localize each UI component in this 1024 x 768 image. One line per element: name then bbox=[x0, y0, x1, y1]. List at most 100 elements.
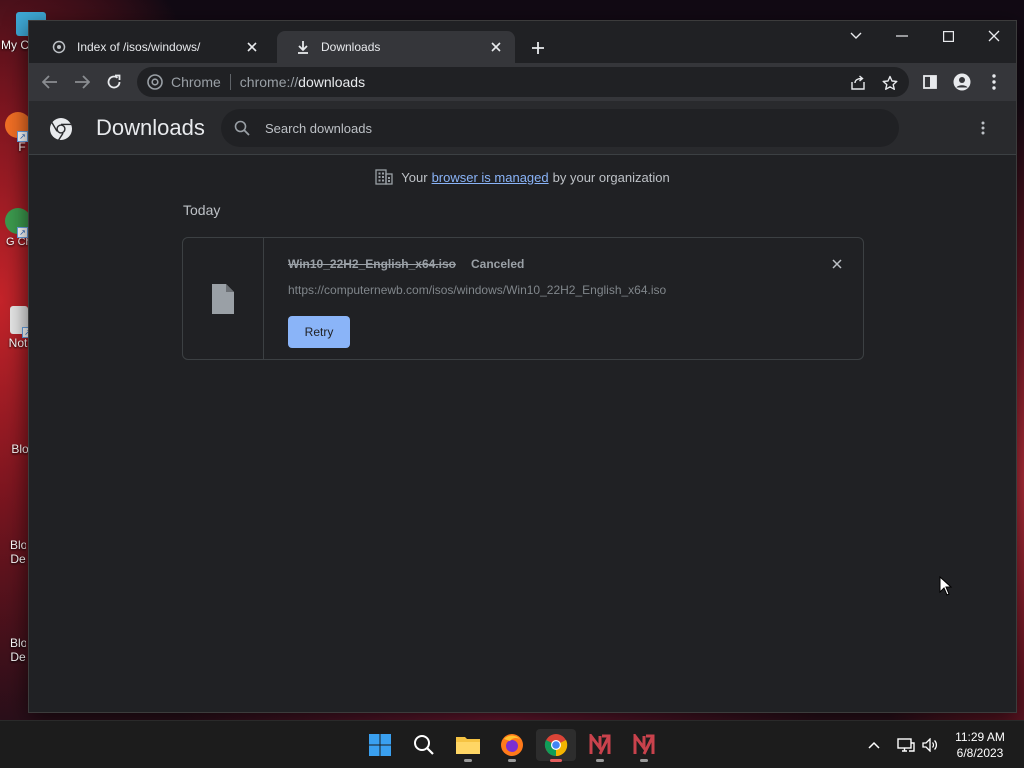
search-downloads-box[interactable] bbox=[221, 109, 899, 147]
running-indicator bbox=[640, 759, 648, 762]
tab-search-button[interactable] bbox=[841, 25, 871, 47]
retry-button[interactable]: Retry bbox=[288, 316, 350, 348]
side-panel-icon bbox=[923, 75, 937, 89]
taskbar-app-1[interactable] bbox=[580, 729, 620, 762]
desktop-icon-firefox[interactable]: ↗ F bbox=[0, 112, 31, 154]
desktop-icon-my-computer[interactable]: My C bbox=[0, 12, 46, 52]
firefox-icon bbox=[501, 734, 523, 756]
reload-button[interactable] bbox=[101, 69, 127, 95]
side-panel-button[interactable] bbox=[917, 69, 943, 95]
show-hidden-icons-button[interactable] bbox=[864, 735, 884, 755]
maximize-icon bbox=[942, 30, 954, 42]
url-scheme: chrome:// bbox=[239, 74, 299, 90]
new-tab-button[interactable] bbox=[527, 37, 549, 59]
taskbar-search-button[interactable] bbox=[404, 729, 444, 761]
file-explorer-icon bbox=[456, 737, 480, 754]
browser-managed-link[interactable]: browser is managed bbox=[432, 170, 549, 185]
taskbar-chrome[interactable] bbox=[536, 729, 576, 762]
mouse-cursor-icon bbox=[939, 576, 953, 596]
desktop-icon-blo-1[interactable]: Blo bbox=[0, 404, 38, 456]
download-source-url[interactable]: https://computernewb.com/isos/windows/Wi… bbox=[288, 283, 666, 297]
plus-icon bbox=[532, 42, 544, 54]
shortcut-arrow-icon: ↗ bbox=[17, 227, 28, 238]
chevron-up-icon bbox=[868, 741, 880, 749]
chrome-icon bbox=[544, 734, 568, 757]
download-icon bbox=[295, 39, 311, 55]
downloads-header: Downloads bbox=[29, 101, 1016, 155]
managed-notice: Your browser is managed by your organiza… bbox=[29, 169, 1016, 185]
app-icon-1 bbox=[589, 734, 611, 755]
close-icon bbox=[988, 30, 1000, 42]
tab-strip: Index of /isos/windows/ Downloads bbox=[29, 21, 1016, 63]
running-indicator bbox=[464, 759, 472, 762]
profile-button[interactable] bbox=[949, 69, 975, 95]
file-icon-column bbox=[183, 238, 264, 359]
star-icon[interactable] bbox=[881, 74, 899, 92]
tab-downloads[interactable]: Downloads bbox=[277, 31, 515, 63]
arrow-left-icon bbox=[42, 75, 57, 89]
download-filename[interactable]: Win10_22H2_English_x64.iso bbox=[288, 257, 456, 271]
desktop-icon-notepad[interactable]: ↗ Not bbox=[0, 306, 33, 350]
close-icon[interactable] bbox=[487, 38, 505, 56]
network-button[interactable] bbox=[896, 735, 916, 755]
volume-button[interactable] bbox=[920, 735, 940, 755]
chevron-down-icon bbox=[850, 32, 862, 39]
search-icon bbox=[414, 735, 434, 755]
search-input[interactable] bbox=[265, 109, 865, 147]
url-path: downloads bbox=[298, 74, 366, 90]
more-vert-icon bbox=[981, 121, 985, 135]
maximize-button[interactable] bbox=[933, 25, 963, 47]
forward-button[interactable] bbox=[69, 69, 95, 95]
close-icon bbox=[832, 259, 842, 269]
file-icon bbox=[212, 284, 234, 314]
arrow-right-icon bbox=[75, 75, 90, 89]
network-icon bbox=[897, 738, 915, 752]
date-section-header: Today bbox=[183, 202, 221, 218]
desktop-icon-blo-3[interactable]: Blo De bbox=[0, 598, 38, 664]
profile-icon bbox=[953, 73, 971, 91]
minimize-button[interactable] bbox=[887, 25, 917, 47]
site-info-chip[interactable]: Chrome bbox=[147, 74, 221, 90]
taskbar-file-explorer[interactable] bbox=[448, 729, 488, 762]
more-vert-icon bbox=[992, 74, 996, 90]
close-window-button[interactable] bbox=[979, 25, 1009, 47]
chrome-logo-icon bbox=[147, 74, 163, 90]
running-indicator bbox=[550, 759, 562, 762]
desktop-icon-blo-2[interactable]: Blo De bbox=[0, 500, 38, 566]
taskbar-firefox[interactable] bbox=[492, 729, 532, 762]
back-button[interactable] bbox=[37, 69, 63, 95]
desktop-icon-chrome[interactable]: ↗ G Ch bbox=[0, 208, 31, 248]
taskbar-app-2[interactable] bbox=[624, 729, 664, 762]
start-button[interactable] bbox=[360, 729, 400, 761]
minimize-icon bbox=[896, 35, 908, 37]
browser-window: Index of /isos/windows/ Downloads Chrome… bbox=[28, 20, 1017, 713]
download-status: Canceled bbox=[471, 257, 525, 271]
start-icon bbox=[369, 734, 391, 756]
page-menu-button[interactable] bbox=[973, 117, 993, 139]
taskbar-clock[interactable]: 11:29 AM 6/8/2023 bbox=[940, 729, 1020, 761]
clock-date: 6/8/2023 bbox=[956, 746, 1004, 760]
chrome-logo-icon bbox=[50, 118, 72, 141]
tab-index-of-isos[interactable]: Index of /isos/windows/ bbox=[33, 31, 271, 63]
tab-favicon-icon bbox=[51, 39, 67, 55]
volume-icon bbox=[922, 738, 938, 752]
address-bar[interactable]: Chrome chrome:// downloads bbox=[137, 67, 909, 97]
app-icon-2 bbox=[633, 734, 655, 755]
taskbar: 11:29 AM 6/8/2023 bbox=[0, 720, 1024, 768]
clock-time: 11:29 AM bbox=[955, 730, 1005, 744]
download-item-card: Win10_22H2_English_x64.iso Canceled http… bbox=[182, 237, 864, 360]
search-icon bbox=[234, 120, 250, 136]
share-icon[interactable] bbox=[849, 74, 867, 92]
remove-download-button[interactable] bbox=[827, 254, 847, 274]
notepad-icon: ↗ bbox=[10, 306, 33, 338]
reload-icon bbox=[107, 74, 121, 89]
running-indicator bbox=[508, 759, 516, 762]
shortcut-arrow-icon: ↗ bbox=[17, 131, 28, 142]
omnibox-divider bbox=[229, 74, 231, 90]
chrome-menu-button[interactable] bbox=[981, 69, 1007, 95]
running-indicator bbox=[596, 759, 604, 762]
browser-toolbar: Chrome chrome:// downloads bbox=[29, 63, 1016, 101]
building-icon bbox=[375, 169, 393, 185]
close-icon[interactable] bbox=[243, 38, 261, 56]
page-title: Downloads bbox=[96, 115, 205, 140]
